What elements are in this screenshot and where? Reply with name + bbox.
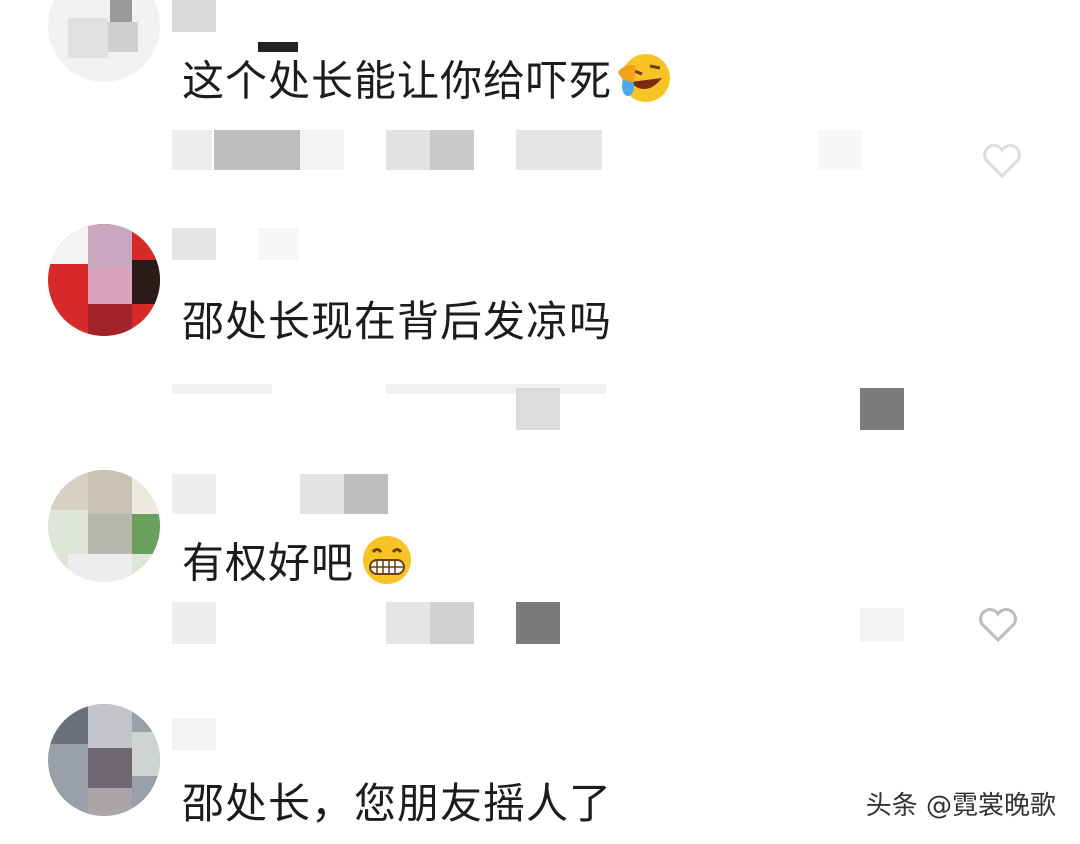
timestamp-blurred	[214, 130, 300, 170]
location-blurred	[386, 602, 430, 644]
heart-icon[interactable]	[976, 604, 1020, 644]
username-blurred[interactable]	[172, 718, 216, 750]
name-fragment	[258, 228, 298, 260]
name-fragment	[344, 474, 388, 514]
rofl-emoji-icon	[616, 52, 674, 116]
comment-text-content: 邵处长现在背后发凉吗	[182, 297, 613, 346]
reply-button-blurred[interactable]	[516, 602, 560, 644]
watermark-text: 头条 @霓裳晚歌	[865, 791, 1056, 821]
comment-meta-row	[0, 130, 1080, 179]
blur-block	[430, 130, 474, 170]
avatar[interactable]	[48, 0, 160, 82]
comment-meta-row	[0, 384, 1080, 430]
comment-item: 这个处长能让你给吓死	[0, 0, 1080, 200]
comment-text: 有权好吧	[182, 534, 416, 598]
name-fragment	[258, 42, 298, 52]
comment-item: 有权好吧	[0, 470, 1080, 680]
comment-text-content: 有权好吧	[182, 538, 355, 588]
reply-button-blurred[interactable]	[386, 384, 606, 394]
comment-text: 邵处长，您朋友摇人了	[182, 778, 612, 830]
comment-text: 这个处长能让你给吓死	[182, 52, 674, 116]
comment-text-content: 这个处长能让你给吓死	[182, 56, 613, 106]
comment-item: 邵处长，您朋友摇人了	[0, 704, 1080, 844]
comment-meta-row	[0, 602, 1080, 646]
timestamp-blurred	[172, 384, 272, 394]
like-count-blurred	[860, 608, 904, 642]
avatar[interactable]	[48, 224, 160, 336]
name-fragment	[300, 474, 344, 514]
grin-emoji-icon	[358, 534, 416, 598]
username-blurred[interactable]	[172, 474, 216, 514]
watermark: 头条 @霓裳晚歌	[866, 785, 1056, 822]
heart-icon[interactable]	[980, 140, 1024, 180]
reply-button-blurred[interactable]	[516, 130, 602, 170]
username-blurred[interactable]	[172, 0, 216, 32]
avatar[interactable]	[48, 704, 160, 816]
timestamp-blurred	[172, 602, 216, 644]
like-count-blurred	[818, 130, 862, 170]
like-count-blurred	[860, 388, 904, 430]
blur-block	[430, 602, 474, 644]
comment-item: 邵处长现在背后发凉吗	[0, 224, 1080, 444]
username-blurred[interactable]	[172, 228, 216, 260]
avatar[interactable]	[48, 470, 160, 582]
comment-text: 邵处长现在背后发凉吗	[182, 296, 612, 348]
blur-block	[300, 130, 344, 170]
comment-text-content: 邵处长，您朋友摇人了	[182, 779, 613, 828]
blur-block	[516, 388, 560, 430]
location-blurred	[386, 130, 430, 170]
blur-block	[172, 130, 212, 170]
